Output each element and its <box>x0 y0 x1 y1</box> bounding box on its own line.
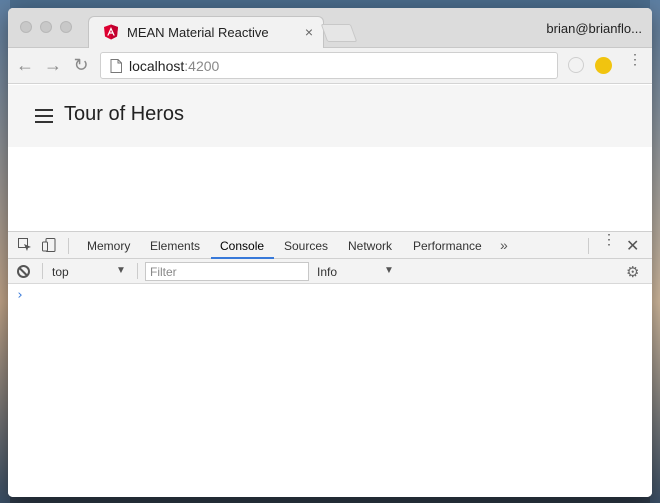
more-tabs-icon[interactable]: » <box>500 237 508 253</box>
address-bar[interactable]: localhost:4200 <box>100 52 558 79</box>
devtools-panel: Memory Elements Console Sources Network … <box>8 231 652 497</box>
log-level-select[interactable]: Info <box>317 265 337 279</box>
page-viewport: Tour of Heros <box>8 85 652 231</box>
tab-memory[interactable]: Memory <box>87 239 130 253</box>
profile-name[interactable]: brian@brianflo... <box>546 21 642 36</box>
console-separator <box>42 263 43 279</box>
browser-toolbar: ← → ↻ localhost:4200 ⋮ <box>8 48 652 84</box>
log-level-dropdown-icon[interactable]: ▼ <box>384 265 394 276</box>
zoom-window-button[interactable] <box>60 21 72 33</box>
angular-icon <box>104 24 118 40</box>
page-icon <box>110 59 122 73</box>
page-title: Tour of Heros <box>64 103 185 125</box>
device-toolbar-icon[interactable] <box>42 238 56 252</box>
filter-input[interactable] <box>145 262 309 281</box>
app-toolbar: Tour of Heros <box>8 85 652 147</box>
console-separator <box>137 263 138 279</box>
console-output[interactable]: › <box>8 284 652 497</box>
new-tab-button[interactable] <box>320 24 358 42</box>
minimize-window-button[interactable] <box>40 21 52 33</box>
tab-close-icon[interactable]: × <box>305 24 313 40</box>
context-select[interactable]: top <box>52 265 69 279</box>
tab-network[interactable]: Network <box>348 239 392 253</box>
extension-icon[interactable] <box>568 57 584 73</box>
menu-icon[interactable] <box>35 109 53 123</box>
context-dropdown-icon[interactable]: ▼ <box>116 265 126 276</box>
devtools-tab-bar: Memory Elements Console Sources Network … <box>8 232 652 259</box>
url-host: localhost <box>129 58 185 74</box>
devtools-separator <box>588 238 589 254</box>
inspect-element-icon[interactable] <box>18 238 32 252</box>
tab-mean-material-reactive[interactable]: MEAN Material Reactive × <box>88 16 324 48</box>
tab-performance[interactable]: Performance <box>413 239 482 253</box>
tab-strip: MEAN Material Reactive × brian@brianflo.… <box>8 8 652 48</box>
tab-console[interactable]: Console <box>220 239 264 253</box>
tab-title: MEAN Material Reactive <box>127 25 269 40</box>
url-port: :4200 <box>184 58 220 74</box>
browser-window: MEAN Material Reactive × brian@brianflo.… <box>8 8 652 497</box>
devtools-separator <box>68 238 69 254</box>
console-settings-icon[interactable]: ⚙ <box>626 263 639 281</box>
clear-console-icon[interactable] <box>17 265 30 278</box>
extension-moon-icon[interactable] <box>595 57 612 74</box>
console-toolbar: top ▼ Info ▼ ⚙ <box>8 259 652 284</box>
devtools-menu-icon[interactable]: ⋮ <box>602 232 616 246</box>
browser-menu-icon[interactable]: ⋮ <box>628 52 642 66</box>
url-text: localhost:4200 <box>129 58 219 74</box>
tab-sources[interactable]: Sources <box>284 239 328 253</box>
back-icon[interactable]: ← <box>14 54 36 76</box>
tab-elements[interactable]: Elements <box>150 239 200 253</box>
reload-icon[interactable]: ↻ <box>70 54 92 76</box>
close-window-button[interactable] <box>20 21 32 33</box>
forward-icon[interactable]: → <box>42 54 64 76</box>
console-prompt-icon: › <box>16 288 24 303</box>
devtools-close-icon[interactable]: ✕ <box>626 236 639 256</box>
